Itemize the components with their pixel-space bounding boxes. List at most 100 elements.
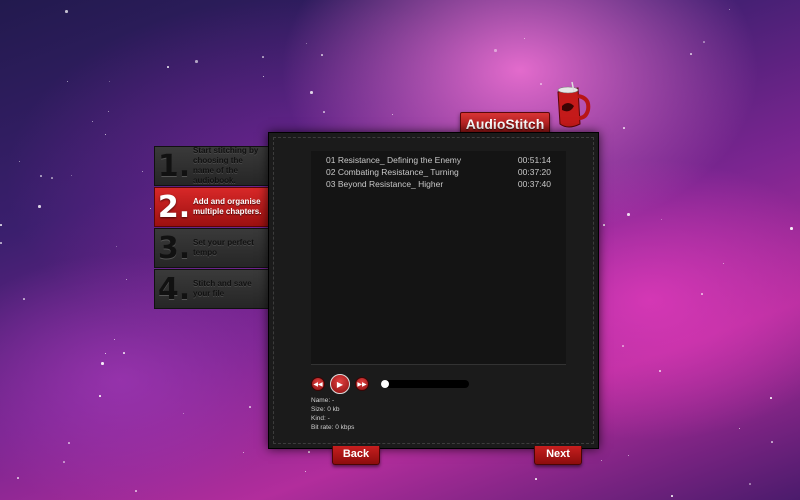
star [601, 460, 602, 461]
step-text: Start stitching by choosing the name of … [193, 146, 259, 185]
star [105, 353, 106, 354]
star [17, 477, 19, 479]
star [19, 161, 20, 162]
star [262, 56, 264, 58]
star [306, 43, 307, 44]
list-item[interactable]: 03 Beyond Resistance_ Higher 00:37:40 [311, 178, 566, 190]
track-title: 03 Beyond Resistance_ Higher [326, 179, 444, 189]
star [535, 478, 537, 480]
star [790, 227, 793, 230]
app-logo: AudioStitch [460, 81, 600, 136]
star [23, 298, 25, 300]
back-button[interactable]: Back [332, 446, 380, 465]
star [195, 60, 198, 63]
play-button[interactable]: ▶ [330, 374, 350, 394]
star [123, 352, 125, 354]
star [723, 263, 724, 264]
star [109, 81, 110, 82]
star [68, 442, 70, 444]
step-number: 3. [157, 230, 191, 266]
star [183, 413, 184, 414]
star [627, 213, 630, 216]
star [671, 495, 673, 497]
desktop-background: AudioStitch 1. Start stitching by choosi… [0, 0, 800, 500]
star [749, 483, 751, 485]
star [105, 134, 106, 135]
star [729, 9, 730, 10]
track-title: 02 Combating Resistance_ Turning [326, 167, 459, 177]
star [114, 339, 115, 340]
star [108, 111, 109, 112]
star [622, 345, 624, 347]
step-4[interactable]: 4. Stitch and save your file [154, 269, 269, 309]
star [308, 451, 310, 453]
track-duration: 00:37:40 [517, 179, 551, 189]
star [770, 397, 772, 399]
star [701, 293, 703, 295]
seek-handle[interactable] [381, 380, 389, 388]
star [323, 111, 325, 113]
play-icon: ▶ [336, 379, 344, 389]
step-text: Add and organise multiple chapters. [193, 197, 262, 216]
star [99, 395, 101, 397]
info-bitrate: Bit rate: 0 kbps [311, 424, 355, 431]
star [249, 406, 251, 408]
star [524, 38, 525, 39]
track-info: Name: - Size: 0 kb Kind: - Bit rate: 0 k… [311, 396, 354, 432]
star [310, 91, 313, 94]
star [142, 171, 143, 172]
star [150, 208, 151, 209]
star [38, 205, 41, 208]
step-number: 1. [157, 148, 191, 184]
step-1[interactable]: 1. Start stitching by choosing the name … [154, 146, 269, 186]
step-2[interactable]: 2. Add and organise multiple chapters. [154, 187, 290, 227]
track-duration: 00:51:14 [517, 155, 551, 165]
track-title: 01 Resistance_ Defining the Enemy [326, 155, 462, 165]
chapter-list[interactable]: 01 Resistance_ Defining the Enemy 00:51:… [311, 151, 566, 365]
next-button[interactable]: Next [534, 446, 582, 465]
star [0, 224, 2, 226]
star [65, 10, 68, 13]
star [101, 362, 104, 365]
star [126, 279, 127, 280]
star [51, 177, 53, 179]
star [540, 83, 542, 85]
list-item[interactable]: 01 Resistance_ Defining the Enemy 00:51:… [311, 154, 566, 166]
step-number: 2. [157, 189, 191, 225]
star [628, 455, 629, 456]
fast-forward-button[interactable]: ▶▶ [355, 377, 369, 391]
star [623, 127, 625, 129]
mug-icon [557, 81, 591, 128]
player-controls: ◀◀ ▶ ▶▶ [311, 374, 511, 394]
info-size: Size: 0 kb [311, 406, 340, 413]
star [40, 175, 42, 177]
star [321, 54, 323, 56]
star [703, 41, 705, 43]
star [92, 121, 93, 122]
star [603, 224, 605, 226]
main-panel: 01 Resistance_ Defining the Enemy 00:51:… [268, 132, 599, 449]
star [263, 76, 264, 77]
rewind-icon: ◀◀ [313, 381, 323, 388]
star [67, 81, 68, 82]
star [71, 175, 72, 176]
star [739, 428, 740, 429]
fast-forward-icon: ▶▶ [357, 381, 367, 388]
star [690, 53, 692, 55]
star [0, 242, 2, 244]
rewind-button[interactable]: ◀◀ [311, 377, 325, 391]
star [661, 219, 662, 220]
star [63, 461, 65, 463]
list-item[interactable]: 02 Combating Resistance_ Turning 00:37:2… [311, 166, 566, 178]
star [305, 471, 306, 472]
steps-sidebar: 1. Start stitching by choosing the name … [154, 146, 290, 310]
star [659, 370, 661, 372]
seek-bar[interactable] [381, 380, 469, 388]
star [116, 246, 117, 247]
star [771, 441, 773, 443]
step-3[interactable]: 3. Set your perfect tempo [154, 228, 269, 268]
star [135, 490, 137, 492]
star [494, 49, 497, 52]
step-text: Stitch and save your file [193, 279, 252, 298]
step-number: 4. [157, 271, 191, 307]
